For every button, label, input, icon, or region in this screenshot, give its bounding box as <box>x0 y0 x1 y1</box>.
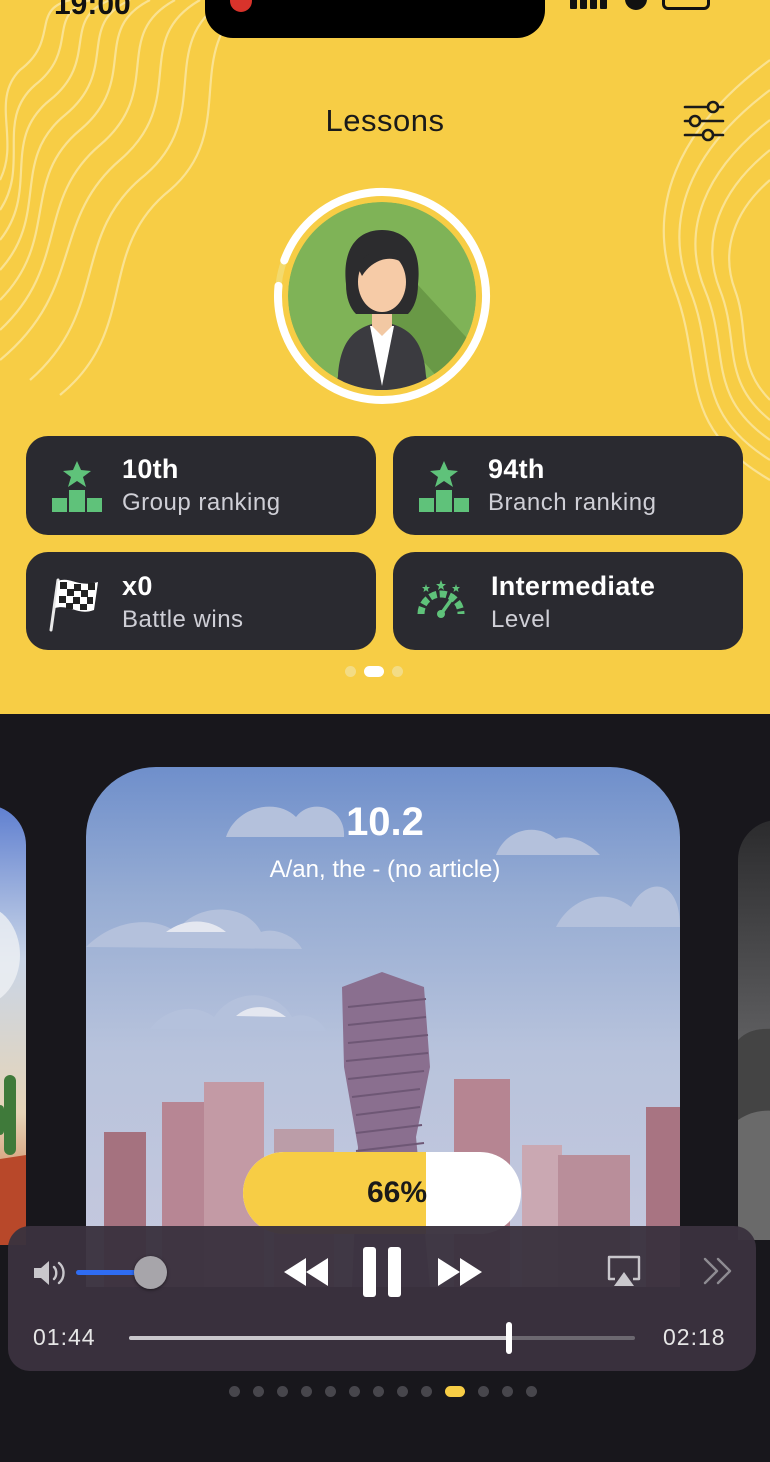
status-time: 19:00 <box>54 0 131 21</box>
page-dot[interactable] <box>277 1386 288 1397</box>
page-dot[interactable] <box>349 1386 360 1397</box>
airplay-icon[interactable] <box>606 1254 642 1290</box>
page-dot[interactable] <box>478 1386 489 1397</box>
page-dot[interactable] <box>445 1386 465 1397</box>
branch-ranking-label: Branch ranking <box>488 489 657 516</box>
group-ranking-value: 10th <box>122 454 179 484</box>
podium-star-icon <box>52 461 102 512</box>
cellular-signal-icon <box>570 0 610 10</box>
podium-star-icon <box>419 461 469 512</box>
lesson-number: 10.2 <box>346 800 424 844</box>
speedometer-icon <box>417 580 465 618</box>
lesson-title: A/an, the - (no article) <box>269 856 501 883</box>
status-icons <box>570 0 720 12</box>
lesson-progress-bar: 66% <box>243 1152 521 1234</box>
skip-forward-icon[interactable] <box>702 1256 734 1286</box>
avatar[interactable] <box>272 186 492 406</box>
battle-wins-label: Battle wins <box>122 606 244 633</box>
camera-notch <box>205 0 545 38</box>
fast-forward-icon[interactable] <box>436 1256 484 1288</box>
page-dot[interactable] <box>392 666 403 677</box>
lesson-page-indicator[interactable] <box>229 1386 549 1398</box>
total-time: 02:18 <box>663 1324 726 1350</box>
stat-card-level[interactable]: Intermediate Level <box>393 552 743 650</box>
page-dot[interactable] <box>364 666 384 677</box>
pause-icon[interactable] <box>361 1245 403 1299</box>
profile-header: 19:00 Lessons 10th Group ranking 94th Br… <box>0 0 770 714</box>
page-dot[interactable] <box>229 1386 240 1397</box>
media-player: 01:44 02:18 <box>8 1226 756 1371</box>
playback-scrubber[interactable] <box>129 1322 635 1354</box>
group-ranking-label: Group ranking <box>122 489 281 516</box>
filter-button[interactable] <box>682 99 726 143</box>
page-dot[interactable] <box>301 1386 312 1397</box>
level-value: Intermediate <box>491 571 656 601</box>
page-dot[interactable] <box>345 666 356 677</box>
volume-slider-thumb[interactable] <box>134 1256 168 1289</box>
page-dot[interactable] <box>253 1386 264 1397</box>
page-dot[interactable] <box>502 1386 513 1397</box>
page-dot[interactable] <box>325 1386 336 1397</box>
rewind-icon[interactable] <box>282 1256 330 1288</box>
stat-card-branch-ranking[interactable]: 94th Branch ranking <box>393 436 743 535</box>
page-dot[interactable] <box>526 1386 537 1397</box>
battle-wins-value: x0 <box>122 571 153 601</box>
battery-icon <box>662 0 710 10</box>
recording-indicator-icon <box>230 0 252 12</box>
branch-ranking-value: 94th <box>488 454 545 484</box>
page-dot[interactable] <box>373 1386 384 1397</box>
page-title: Lessons <box>325 103 445 138</box>
playback-scrubber-thumb[interactable] <box>505 1322 512 1354</box>
wifi-icon <box>625 0 647 10</box>
elapsed-time: 01:44 <box>33 1324 96 1350</box>
page-dot[interactable] <box>397 1386 408 1397</box>
level-label: Level <box>491 606 551 633</box>
playback-scrubber-fill <box>129 1336 509 1340</box>
page-dot[interactable] <box>421 1386 432 1397</box>
speaker-volume-icon[interactable] <box>32 1259 70 1287</box>
stat-card-group-ranking[interactable]: 10th Group ranking <box>26 436 376 535</box>
stat-card-battle-wins[interactable]: x0 Battle wins <box>26 552 376 650</box>
sliders-icon <box>683 100 725 142</box>
lesson-progress-label: 66% <box>366 1176 427 1209</box>
checkered-flag-icon <box>49 578 98 632</box>
lessons-screen: 19:00 Lessons 10th Group ranking 94th Br… <box>0 0 770 1462</box>
stats-page-indicator[interactable] <box>345 666 425 678</box>
status-bar: 19:00 <box>0 0 770 38</box>
